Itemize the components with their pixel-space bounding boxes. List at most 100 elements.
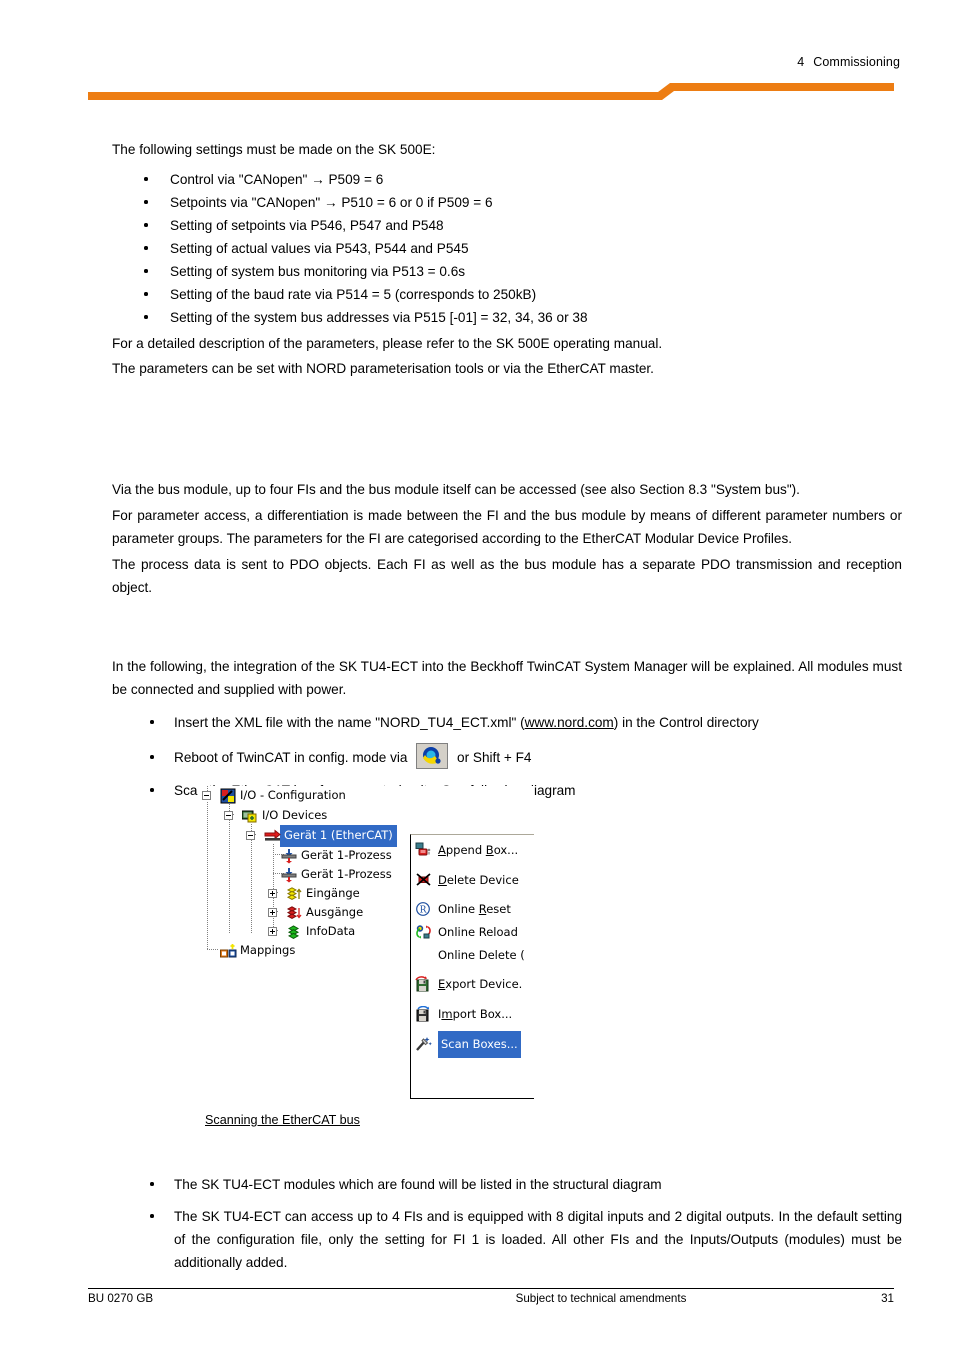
menu-item-scan-boxes[interactable]: Scan Boxes... xyxy=(411,1031,534,1058)
list-item: Setpoints via "CANopen" → P510 = 6 or 0 … xyxy=(112,191,902,214)
list-item: Setting of system bus monitoring via P51… xyxy=(112,260,902,283)
list-item-label: Setting of the baud rate via P514 = 5 (c… xyxy=(170,287,537,302)
tree-item-label: I/O Devices xyxy=(262,808,328,822)
expander-plus-icon[interactable] xyxy=(268,889,277,898)
process-image-out-icon xyxy=(281,867,297,883)
nord-website-link[interactable]: www.nord.com xyxy=(525,715,614,730)
tree-item-ausgaenge[interactable]: Ausgänge xyxy=(268,903,363,922)
footer-disclaimer: Subject to technical amendments xyxy=(515,1292,687,1305)
intro-after-1: For a detailed description of the parame… xyxy=(112,336,663,351)
context-menu[interactable]: Append Box... Delete Device R Online Res… xyxy=(410,834,534,1099)
menu-item-online-delete[interactable]: Online Delete ( xyxy=(411,944,534,967)
bullet-dot-icon xyxy=(150,1214,154,1218)
bullet-dot-icon xyxy=(144,223,148,227)
ethercat-device-icon xyxy=(264,828,281,844)
footer-divider xyxy=(88,1288,894,1290)
tree-guide-line xyxy=(207,802,208,950)
twincat-para-1: In the following, the integration of the… xyxy=(112,659,902,697)
tree-item-infodata[interactable]: InfoData xyxy=(268,922,355,941)
menu-item-label: Online Reset xyxy=(438,902,511,916)
menu-item-append-box[interactable]: Append Box... xyxy=(411,838,534,863)
scan-boxes-icon xyxy=(415,1036,435,1054)
tree-item-mappings[interactable]: Mappings xyxy=(220,941,295,960)
menu-item-online-reset[interactable]: R Online Reset xyxy=(411,898,534,921)
page-header: 4 Commissioning xyxy=(0,0,954,110)
bullet-dot-icon xyxy=(144,315,148,319)
tree-item-label: Ausgänge xyxy=(306,905,364,919)
list-item-label: Setting of system bus monitoring via P51… xyxy=(170,264,466,279)
tree-item-io-configuration[interactable]: I/O - Configuration xyxy=(202,786,346,805)
menu-item-label: Export Device. xyxy=(438,977,523,991)
tree-item-geraet-1-ethercat[interactable]: Gerät 1 (EtherCAT) xyxy=(246,824,397,847)
tree-item-geraet-1-prozessabbild-in[interactable]: Gerät 1-Prozess xyxy=(279,846,392,865)
tree-item-label: InfoData xyxy=(306,924,356,938)
menu-separator xyxy=(413,895,532,896)
menu-separator xyxy=(413,865,532,866)
list-item-label: Setpoints via "CANopen" → P510 = 6 or 0 … xyxy=(170,195,493,210)
header-accent-rule xyxy=(88,83,894,100)
menu-item-label: Delete Device xyxy=(438,873,519,887)
tree-item-label: Gerät 1-Prozess xyxy=(301,867,392,881)
tree-guide-line xyxy=(207,949,219,950)
tree-item-label: I/O - Configuration xyxy=(240,788,346,802)
append-box-icon xyxy=(415,842,435,860)
process-image-in-icon xyxy=(281,848,297,864)
reboot-step-text-b: or Shift + F4 xyxy=(457,750,532,765)
menu-item-no-icon xyxy=(415,947,435,965)
bus-para-1: Via the bus module, up to four FIs and t… xyxy=(112,482,800,497)
list-item: Setting of the baud rate via P514 = 5 (c… xyxy=(112,283,902,306)
tree-item-label: Eingänge xyxy=(306,886,360,900)
mappings-icon xyxy=(220,943,237,959)
bus-para-2: For parameter access, a differentiation … xyxy=(112,508,902,546)
expander-minus-icon[interactable] xyxy=(246,831,255,840)
menu-item-label: Scan Boxes... xyxy=(438,1031,521,1058)
settings-bullet-list: Control via "CANopen" → P509 = 6 Setpoin… xyxy=(112,168,902,329)
xml-step-text-a: Insert the XML file with the name "NORD_… xyxy=(174,715,525,730)
bus-access-section: Via the bus module, up to four FIs and t… xyxy=(112,478,902,599)
footer-document-code: BU 0270 GB xyxy=(88,1292,154,1305)
bullet-dot-icon xyxy=(144,177,148,181)
tree-item-geraet-1-prozessabbild-out[interactable]: Gerät 1-Prozess xyxy=(279,865,392,884)
tree-item-label: Mappings xyxy=(240,943,296,957)
list-item: Setting of the system bus addresses via … xyxy=(112,306,902,329)
bullet-dot-icon xyxy=(144,200,148,204)
bus-para-3: The process data is sent to PDO objects.… xyxy=(112,557,902,595)
infodata-icon xyxy=(286,924,302,940)
tree-item-label: Gerät 1-Prozess xyxy=(301,848,392,862)
closing-bullet-list: The SK TU4-ECT modules which are found w… xyxy=(112,1173,902,1274)
expander-minus-icon[interactable] xyxy=(224,811,233,820)
bullet-dot-icon xyxy=(150,755,154,759)
main-content: The following settings must be made on t… xyxy=(112,138,902,380)
expander-plus-icon[interactable] xyxy=(268,927,277,936)
header-chapter-title: Commissioning xyxy=(813,55,900,69)
menu-item-import-box[interactable]: Import Box... xyxy=(411,1002,534,1027)
import-box-icon xyxy=(415,1005,435,1024)
expander-minus-icon[interactable] xyxy=(202,791,211,800)
list-item: The SK TU4-ECT can access up to 4 FIs an… xyxy=(112,1205,902,1274)
menu-item-label: Append Box... xyxy=(438,843,519,857)
bullet-dot-icon xyxy=(150,788,154,792)
list-item: Insert the XML file with the name "NORD_… xyxy=(112,711,902,734)
tree-item-eingaenge[interactable]: Eingänge xyxy=(268,884,360,903)
menu-item-delete-device[interactable]: Delete Device xyxy=(411,868,534,893)
svg-text:R: R xyxy=(420,905,427,915)
online-reset-icon: R xyxy=(415,901,435,919)
bullet-dot-icon xyxy=(144,246,148,250)
twincat-section: In the following, the integration of the… xyxy=(112,655,902,804)
twincat-tree-screenshot: I/O - Configuration I/O Devices Gerät 1 … xyxy=(198,786,534,1104)
bullet-dot-icon xyxy=(144,269,148,273)
io-devices-icon xyxy=(241,808,258,824)
menu-item-online-reload[interactable]: Online Reload xyxy=(411,921,534,944)
twincat-config-mode-icon[interactable] xyxy=(416,743,449,769)
header-chapter-number: 4 xyxy=(797,55,805,69)
expander-plus-icon[interactable] xyxy=(268,908,277,917)
tree-item-io-devices[interactable]: I/O Devices xyxy=(224,806,327,825)
menu-item-label: Online Reload xyxy=(438,925,518,939)
closing-section: The SK TU4-ECT modules which are found w… xyxy=(112,1173,902,1276)
figure-caption: Scanning the EtherCAT bus xyxy=(205,1113,360,1127)
delete-device-icon xyxy=(415,872,435,890)
list-item-label: Control via "CANopen" → P509 = 6 xyxy=(170,172,384,187)
menu-item-export-device[interactable]: Export Device. xyxy=(411,972,534,997)
page-footer: BU 0270 GB Subject to technical amendmen… xyxy=(88,1292,894,1305)
intro-after-2: The parameters can be set with NORD para… xyxy=(112,361,654,376)
